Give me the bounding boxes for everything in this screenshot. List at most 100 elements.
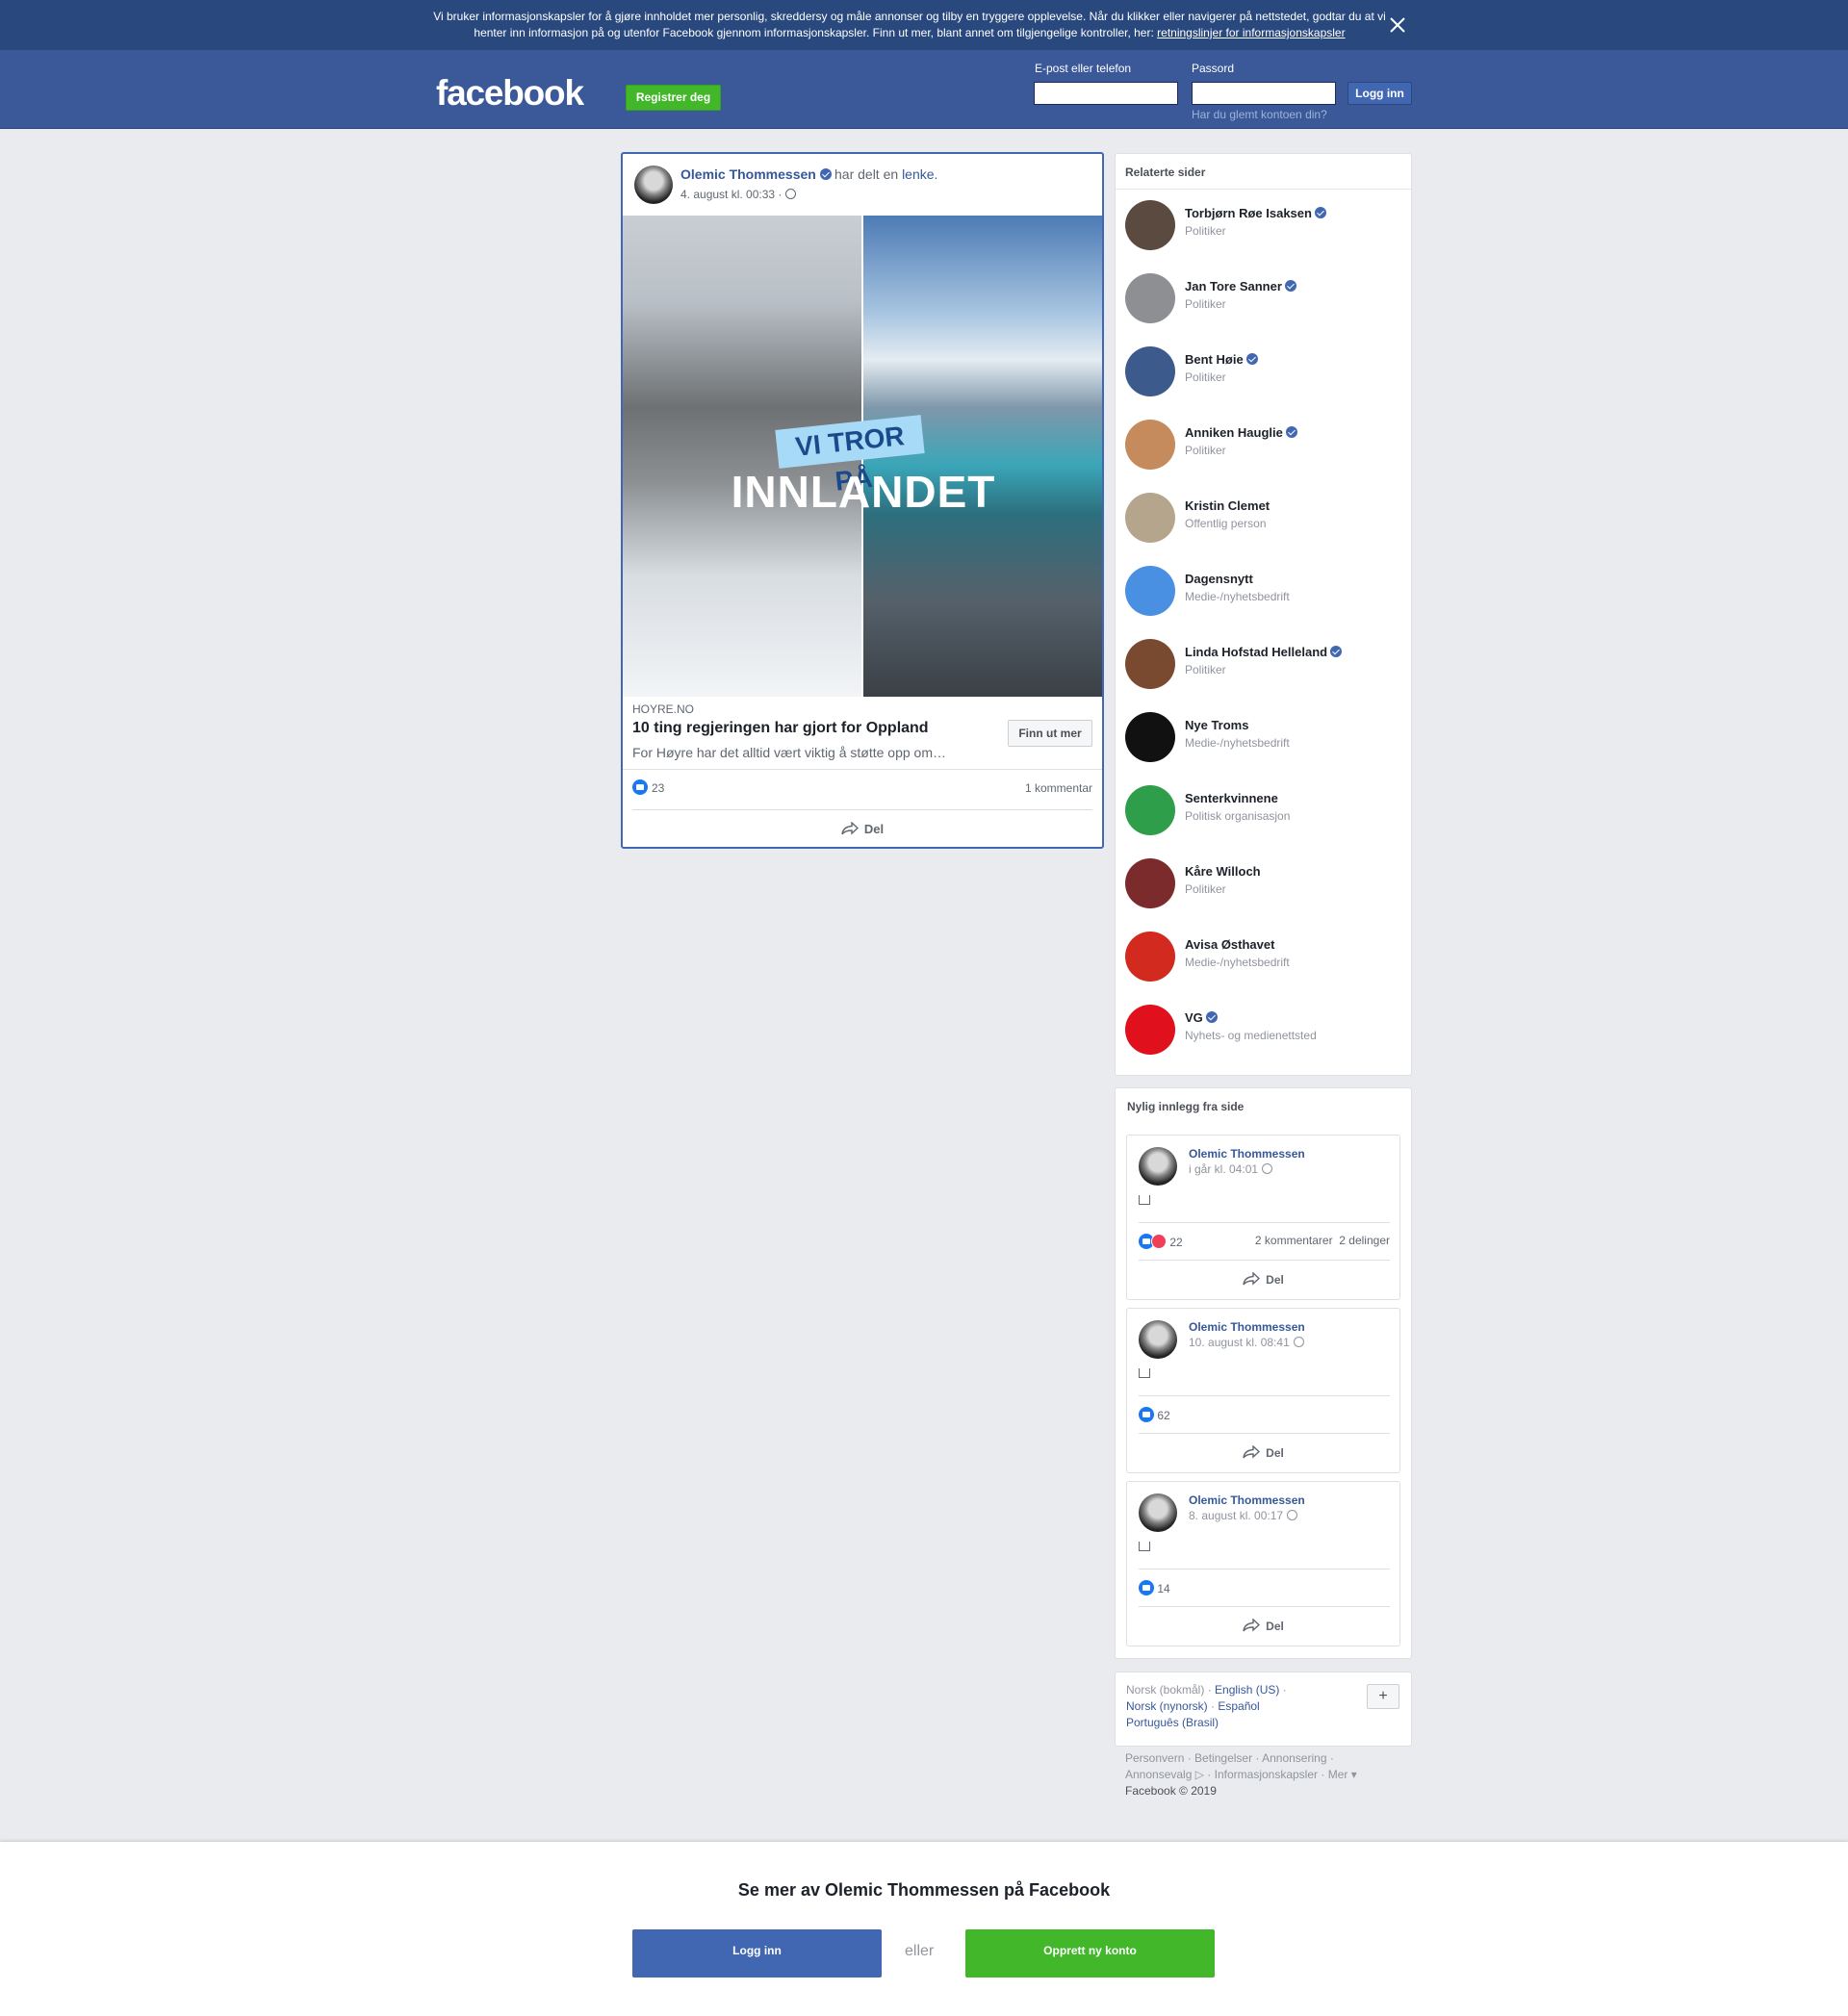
related-page-name[interactable]: Kåre Willoch bbox=[1185, 864, 1261, 879]
footer-terms[interactable]: Betingelser bbox=[1194, 1751, 1252, 1765]
post-timestamp[interactable]: 4. august kl. 00:33 · bbox=[680, 188, 782, 201]
comment-count[interactable]: 2 kommentarer bbox=[1255, 1234, 1333, 1247]
related-page-name-text[interactable]: Nye Troms bbox=[1185, 718, 1248, 732]
cookie-policy-link[interactable]: retningslinjer for informasjonskapsler bbox=[1157, 26, 1345, 39]
related-page-item[interactable]: Kåre Willoch Politiker bbox=[1125, 855, 1404, 908]
related-page-name[interactable]: Kristin Clemet bbox=[1185, 498, 1270, 513]
related-page-name[interactable]: Senterkvinnene bbox=[1185, 791, 1278, 805]
language-spanish[interactable]: Español bbox=[1218, 1699, 1259, 1713]
related-page-name[interactable]: Dagensnytt bbox=[1185, 572, 1253, 586]
learn-more-button[interactable]: Finn ut mer bbox=[1008, 720, 1092, 747]
related-page-item[interactable]: Kristin Clemet Offentlig person bbox=[1125, 489, 1404, 543]
language-english[interactable]: English (US) bbox=[1215, 1683, 1279, 1697]
share-button[interactable]: Del bbox=[1127, 1264, 1399, 1295]
related-page-avatar[interactable] bbox=[1125, 639, 1175, 689]
bottom-login-button[interactable]: Logg inn bbox=[632, 1929, 882, 1978]
related-page-name-text[interactable]: Torbjørn Røe Isaksen bbox=[1185, 206, 1312, 220]
create-account-button[interactable]: Opprett ny konto bbox=[965, 1929, 1215, 1978]
recent-post-timestamp[interactable]: 10. august kl. 08:41 bbox=[1189, 1336, 1290, 1349]
related-page-avatar[interactable] bbox=[1125, 785, 1175, 835]
related-page-name[interactable]: Torbjørn Røe Isaksen bbox=[1185, 206, 1326, 220]
recent-post-avatar[interactable] bbox=[1139, 1147, 1177, 1186]
language-nynorsk[interactable]: Norsk (nynorsk) bbox=[1126, 1699, 1208, 1713]
related-page-item[interactable]: Torbjørn Røe Isaksen Politiker bbox=[1125, 196, 1404, 250]
recent-post-time[interactable]: 10. august kl. 08:41 bbox=[1189, 1336, 1304, 1349]
facebook-logo[interactable]: facebook bbox=[436, 73, 584, 114]
related-page-name-text[interactable]: Dagensnytt bbox=[1185, 572, 1253, 586]
post-author-name[interactable]: Olemic Thommessen bbox=[680, 166, 816, 182]
share-button[interactable]: Del bbox=[1127, 1438, 1399, 1468]
related-page-name[interactable]: Anniken Hauglie bbox=[1185, 425, 1297, 440]
recent-post-avatar[interactable] bbox=[1139, 1493, 1177, 1532]
related-page-name-text[interactable]: Linda Hofstad Helleland bbox=[1185, 645, 1327, 659]
related-page-name-text[interactable]: VG bbox=[1185, 1010, 1203, 1025]
related-page-name[interactable]: Nye Troms bbox=[1185, 718, 1248, 732]
related-page-name-text[interactable]: Kristin Clemet bbox=[1185, 498, 1270, 513]
related-page-name-text[interactable]: Jan Tore Sanner bbox=[1185, 279, 1282, 293]
post-link[interactable]: lenke. bbox=[902, 166, 937, 182]
related-page-avatar[interactable] bbox=[1125, 273, 1175, 323]
recent-post-card[interactable]: Olemic Thommessen 8. august kl. 00:17 14 … bbox=[1126, 1481, 1400, 1646]
language-portuguese[interactable]: Português (Brasil) bbox=[1126, 1716, 1219, 1729]
footer-more[interactable]: Mer bbox=[1328, 1768, 1348, 1781]
related-page-name[interactable]: Jan Tore Sanner bbox=[1185, 279, 1296, 293]
post-image[interactable]: VI TROR PÅ INNLANDET bbox=[623, 216, 1102, 697]
related-page-avatar[interactable] bbox=[1125, 346, 1175, 396]
related-page-name[interactable]: VG bbox=[1185, 1010, 1218, 1025]
related-page-name-text[interactable]: Bent Høie bbox=[1185, 352, 1244, 367]
related-page-avatar[interactable] bbox=[1125, 493, 1175, 543]
share-button[interactable]: Del bbox=[1127, 1611, 1399, 1642]
related-page-name-text[interactable]: Avisa Østhavet bbox=[1185, 937, 1274, 952]
related-page-name[interactable]: Linda Hofstad Helleland bbox=[1185, 645, 1343, 659]
related-page-name-text[interactable]: Senterkvinnene bbox=[1185, 791, 1278, 805]
footer-advertising[interactable]: Annonsering bbox=[1262, 1751, 1326, 1765]
author-avatar[interactable] bbox=[634, 166, 673, 204]
related-page-name[interactable]: Avisa Østhavet bbox=[1185, 937, 1274, 952]
like-count[interactable]: 62 bbox=[1157, 1409, 1169, 1422]
recent-post-card[interactable]: Olemic Thommessen i går kl. 04:01 22 2 kom… bbox=[1126, 1135, 1400, 1300]
related-page-name[interactable]: Bent Høie bbox=[1185, 352, 1258, 367]
related-page-name-text[interactable]: Anniken Hauglie bbox=[1185, 425, 1283, 440]
related-page-avatar[interactable] bbox=[1125, 200, 1175, 250]
login-button[interactable]: Logg inn bbox=[1348, 82, 1412, 105]
link-preview[interactable]: HOYRE.NO 10 ting regjeringen har gjort f… bbox=[623, 697, 1102, 770]
share-count[interactable]: 2 delinger bbox=[1339, 1234, 1390, 1247]
related-page-avatar[interactable] bbox=[1125, 931, 1175, 982]
related-page-name-text[interactable]: Kåre Willoch bbox=[1185, 864, 1261, 879]
register-button[interactable]: Registrer deg bbox=[626, 85, 721, 111]
recent-post-author[interactable]: Olemic Thommessen bbox=[1189, 1147, 1305, 1161]
footer-ad-choices[interactable]: Annonsevalg bbox=[1125, 1768, 1192, 1781]
forgot-account-link[interactable]: Har du glemt kontoen din? bbox=[1192, 108, 1327, 121]
link-headline[interactable]: 10 ting regjeringen har gjort for Opplan… bbox=[632, 720, 929, 737]
recent-post-card[interactable]: Olemic Thommessen 10. august kl. 08:41 62… bbox=[1126, 1308, 1400, 1473]
like-count[interactable]: 14 bbox=[1157, 1582, 1169, 1595]
like-count[interactable]: 22 bbox=[1169, 1236, 1182, 1249]
like-reaction-icon[interactable] bbox=[632, 779, 648, 795]
related-page-item[interactable]: Bent Høie Politiker bbox=[1125, 343, 1404, 396]
recent-post-timestamp[interactable]: i går kl. 04:01 bbox=[1189, 1162, 1258, 1176]
related-page-item[interactable]: Dagensnytt Medie-/nyhetsbedrift bbox=[1125, 562, 1404, 616]
more-languages-button[interactable]: + bbox=[1367, 1684, 1399, 1709]
recent-post-time[interactable]: 8. august kl. 00:17 bbox=[1189, 1509, 1298, 1522]
like-count[interactable]: 23 bbox=[652, 781, 664, 795]
related-page-item[interactable]: Linda Hofstad Helleland Politiker bbox=[1125, 635, 1404, 689]
recent-post-author[interactable]: Olemic Thommessen bbox=[1189, 1493, 1305, 1507]
share-button[interactable]: Del bbox=[623, 814, 1102, 845]
related-page-item[interactable]: Avisa Østhavet Medie-/nyhetsbedrift bbox=[1125, 928, 1404, 982]
footer-privacy[interactable]: Personvern bbox=[1125, 1751, 1184, 1765]
related-page-avatar[interactable] bbox=[1125, 712, 1175, 762]
email-input[interactable] bbox=[1034, 82, 1178, 105]
recent-post-time[interactable]: i går kl. 04:01 bbox=[1189, 1162, 1273, 1176]
love-reaction-icon[interactable] bbox=[1151, 1234, 1167, 1249]
recent-post-timestamp[interactable]: 8. august kl. 00:17 bbox=[1189, 1509, 1283, 1522]
related-page-item[interactable]: Jan Tore Sanner Politiker bbox=[1125, 269, 1404, 323]
related-page-item[interactable]: Anniken Hauglie Politiker bbox=[1125, 416, 1404, 470]
related-page-avatar[interactable] bbox=[1125, 420, 1175, 470]
related-page-item[interactable]: VG Nyhets- og medienettsted bbox=[1125, 1001, 1404, 1055]
post-time[interactable]: 4. august kl. 00:33 · bbox=[680, 188, 797, 201]
related-page-avatar[interactable] bbox=[1125, 566, 1175, 616]
close-icon[interactable] bbox=[1386, 13, 1409, 37]
like-reaction-icon[interactable] bbox=[1139, 1407, 1154, 1422]
password-input[interactable] bbox=[1192, 82, 1336, 105]
related-page-item[interactable]: Senterkvinnene Politisk organisasjon bbox=[1125, 781, 1404, 835]
